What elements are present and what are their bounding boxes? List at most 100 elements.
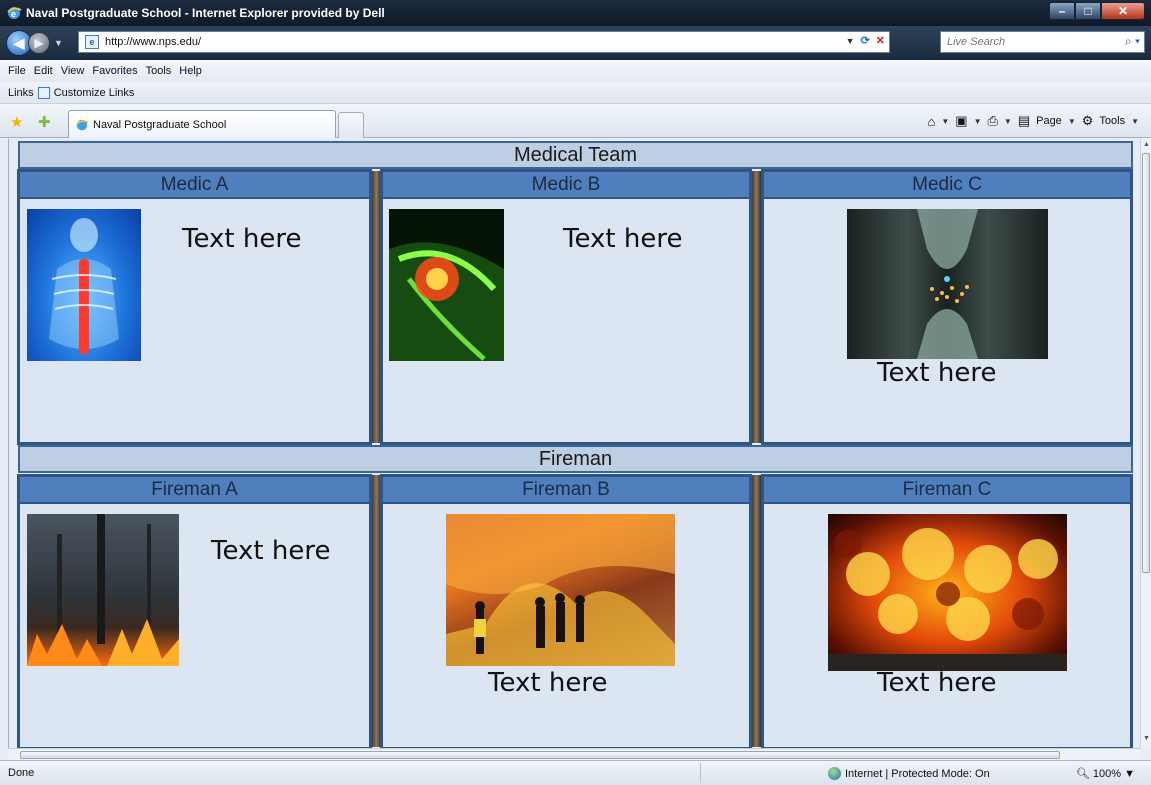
feeds-icon[interactable]: ▣ [955,113,967,129]
spine-xray-image [27,209,141,361]
medic-a-text: Text here [182,224,302,254]
vertical-scrollbar[interactable]: ▲ ▼ [1140,139,1151,748]
medic-c-title: Medic C [764,172,1130,199]
zoom-control[interactable]: 🔍︎ 100% ▼ [1076,767,1135,780]
menu-edit[interactable]: Edit [34,65,53,77]
page-content: Medical Team Medic A Text here Medic B T… [8,139,1139,748]
security-zone[interactable]: Internet | Protected Mode: On [828,767,990,780]
fireman-c-panel: Fireman C Text here [761,474,1133,748]
fireman-b-title: Fireman B [383,477,749,504]
close-button[interactable]: ✕ [1101,2,1145,20]
status-panes [700,763,820,783]
url-text[interactable]: http://www.nps.edu/ [105,36,201,48]
zoom-dropdown-icon[interactable]: ▼ [1124,768,1135,780]
medic-b-panel: Medic B Text here [380,169,752,445]
fireman-b-panel: Fireman B Text here [380,474,752,748]
search-box[interactable]: ⌕ ▾ [940,31,1145,53]
zoom-level: 100% [1092,768,1122,780]
fireman-header: Fireman [18,445,1133,473]
forest-fire-image [27,514,179,666]
address-toolbar: ◀ ▶ ▼ e http://www.nps.edu/ ▼ ⟳ ✕ ⌕ ▾ [0,26,1151,60]
scroll-up-icon[interactable]: ▲ [1143,141,1150,148]
explosion-fire-image [828,514,1067,671]
fireman-a-title: Fireman A [20,477,369,504]
synapse-image [847,209,1048,359]
refresh-icon[interactable]: ⟳ [861,34,870,47]
globe-icon [828,767,841,780]
menu-view[interactable]: View [61,65,85,77]
page-menu-button[interactable]: Page [1036,115,1062,127]
background-image-strip [752,475,761,747]
home-dropdown-icon[interactable]: ▼ [941,117,949,126]
back-arrow-icon: ◀ [13,34,25,51]
page-menu-icon: ▤ [1017,113,1031,128]
menu-help[interactable]: Help [179,65,202,77]
fireman-a-text: Text here [211,536,331,566]
medic-b-text: Text here [563,224,683,254]
recent-pages-dropdown[interactable]: ▼ [54,38,63,48]
maximize-button[interactable]: □ [1075,2,1101,20]
tools-menu-button[interactable]: Tools [1099,115,1125,127]
browser-window: e Naval Postgraduate School - Internet E… [0,0,1151,785]
page-dropdown-icon[interactable]: ▼ [1068,117,1076,126]
medic-b-title: Medic B [383,172,749,199]
menu-bar: File Edit View Favorites Tools Help [0,60,1151,82]
vertical-scroll-thumb[interactable] [1142,153,1150,573]
links-label[interactable]: Links [8,87,34,99]
address-dropdown-icon[interactable]: ▼ [846,36,855,46]
status-text: Done [8,767,35,779]
menu-file[interactable]: File [8,65,26,77]
zone-text: Internet | Protected Mode: On [845,767,990,780]
firefighters-wildfire-image [446,514,675,666]
forward-arrow-icon: ▶ [34,36,44,50]
print-dropdown-icon[interactable]: ▼ [1004,117,1012,126]
window-title: Naval Postgraduate School - Internet Exp… [26,6,385,20]
minimize-button[interactable]: – [1049,2,1075,20]
medical-team-header: Medical Team [18,141,1133,169]
tab-bar: ★ ✚ Naval Postgraduate School ⌂ ▼ ▣ ▼ ⎙ ▼ ▤… [0,104,1151,138]
address-bar[interactable]: e http://www.nps.edu/ ▼ ⟳ ✕ [78,31,890,53]
tools-dropdown-icon[interactable]: ▼ [1131,117,1139,126]
menu-tools[interactable]: Tools [146,65,172,77]
command-bar: ⌂ ▼ ▣ ▼ ⎙ ▼ ▤ Page ▼ ⚙ Tools ▼ [927,113,1139,129]
print-icon[interactable]: ⎙ [987,113,997,129]
forward-button[interactable]: ▶ [28,32,50,54]
link-page-icon [37,86,50,99]
favorites-star-icon[interactable]: ★ [10,113,23,131]
tools-gear-icon: ⚙ [1081,113,1094,128]
links-bar: Links Customize Links [0,82,1151,104]
ie-tab-icon [76,119,89,130]
address-tools: ▼ ⟳ ✕ [846,34,885,47]
svg-text:e: e [11,9,16,19]
stop-icon[interactable]: ✕ [876,34,885,47]
zoom-icon: 🔍︎ [1075,768,1090,780]
page-icon: e [85,35,99,49]
add-favorites-icon[interactable]: ✚ [38,113,51,131]
medic-a-panel: Medic A Text here [17,169,372,445]
status-bar: Done Internet | Protected Mode: On 🔍︎ 10… [0,760,1151,785]
medic-c-panel: Medic C Text here [761,169,1133,445]
feeds-dropdown-icon[interactable]: ▼ [974,117,982,126]
home-icon[interactable]: ⌂ [927,114,935,129]
customize-links-link[interactable]: Customize Links [54,87,135,99]
fireman-a-panel: Fireman A Text here [17,474,372,748]
window-controls: – □ ✕ [1049,2,1145,20]
fireman-c-text: Text here [877,668,997,698]
background-image-strip [752,171,761,443]
title-bar: e Naval Postgraduate School - Internet E… [0,0,1151,26]
medic-a-title: Medic A [20,172,369,199]
scroll-down-icon[interactable]: ▼ [1143,735,1150,742]
horizontal-scrollbar[interactable] [8,748,1140,760]
tab-title: Naval Postgraduate School [93,118,227,131]
search-input[interactable] [941,36,1106,48]
medic-c-text: Text here [877,358,997,388]
fireman-b-text: Text here [488,668,608,698]
tab-nps[interactable]: Naval Postgraduate School [68,110,336,138]
menu-favorites[interactable]: Favorites [92,65,137,77]
search-icon[interactable]: ⌕ ▾ [1125,34,1140,49]
fireman-c-title: Fireman C [764,477,1130,504]
new-tab-button[interactable] [338,112,364,138]
horizontal-scroll-thumb[interactable] [20,751,1060,759]
ie-logo-icon: e [7,7,22,19]
shoulder-xray-image [389,209,504,361]
